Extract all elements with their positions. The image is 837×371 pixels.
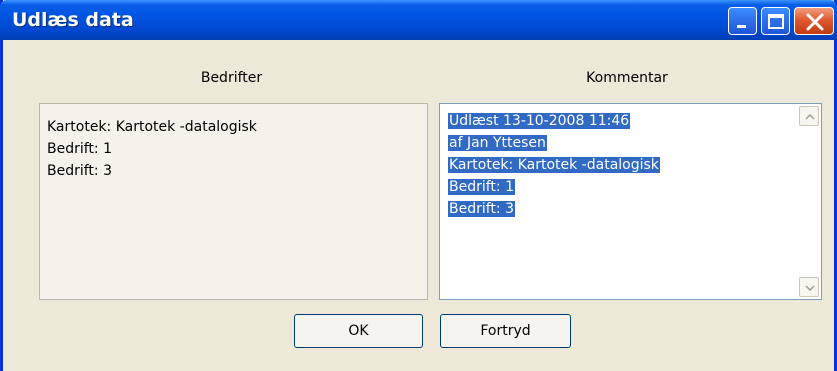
selected-text-line: Bedrift: 3 bbox=[448, 201, 515, 217]
vertical-scrollbar[interactable] bbox=[799, 106, 819, 297]
kommentar-textarea[interactable]: Udlæst 13-10-2008 11:46 af Jan Yttesen K… bbox=[439, 103, 822, 300]
close-button[interactable] bbox=[794, 7, 834, 35]
maximize-button[interactable] bbox=[761, 7, 790, 35]
scroll-down-button[interactable] bbox=[799, 277, 819, 297]
selected-text-line: af Jan Yttesen bbox=[448, 135, 547, 151]
selected-text-line: Kartotek: Kartotek -datalogisk bbox=[448, 157, 660, 173]
list-item: Kartotek: Kartotek -datalogisk bbox=[47, 119, 257, 135]
minimize-button[interactable] bbox=[728, 7, 757, 35]
maximize-icon bbox=[768, 14, 784, 29]
chevron-down-icon bbox=[805, 285, 815, 292]
ok-button[interactable]: OK bbox=[294, 314, 423, 348]
dialog-window: Udlæs data Bedrifter Kommentar Kartotek:… bbox=[0, 0, 837, 371]
bedrifter-lines: Kartotek: Kartotek -datalogisk Bedrift: … bbox=[47, 116, 257, 182]
selected-text-line: Bedrift: 1 bbox=[448, 179, 515, 195]
window-title: Udlæs data bbox=[12, 9, 134, 31]
bedrifter-list[interactable]: Kartotek: Kartotek -datalogisk Bedrift: … bbox=[39, 103, 428, 300]
minimize-icon bbox=[737, 25, 746, 28]
scroll-up-button[interactable] bbox=[799, 106, 819, 126]
bedrifter-label: Bedrifter bbox=[200, 70, 263, 86]
list-item: Bedrift: 3 bbox=[47, 163, 112, 179]
close-icon bbox=[806, 13, 824, 31]
kommentar-label: Kommentar bbox=[586, 70, 668, 86]
kommentar-lines: Udlæst 13-10-2008 11:46 af Jan Yttesen K… bbox=[448, 110, 660, 220]
list-item: Bedrift: 1 bbox=[47, 141, 112, 157]
cancel-button[interactable]: Fortryd bbox=[440, 314, 571, 348]
title-bar[interactable]: Udlæs data bbox=[0, 0, 837, 40]
selected-text-line: Udlæst 13-10-2008 11:46 bbox=[448, 113, 631, 129]
chevron-up-icon bbox=[805, 113, 815, 120]
